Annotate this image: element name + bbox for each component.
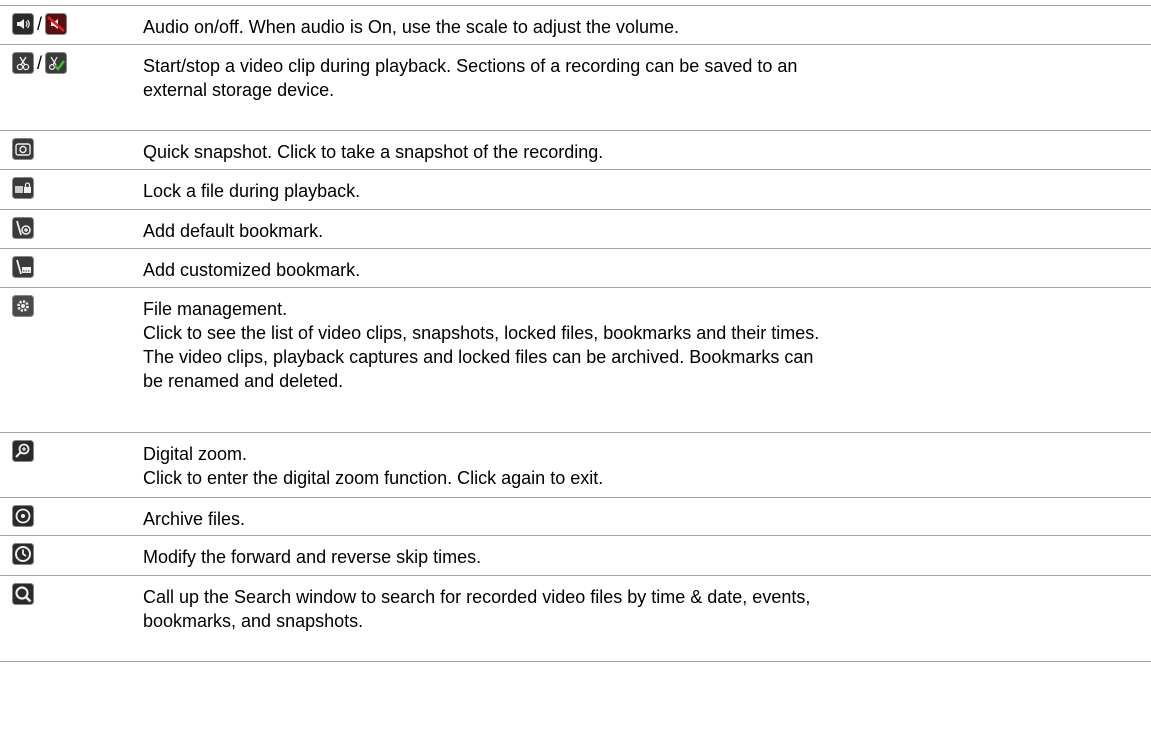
gear-icon: [12, 295, 34, 317]
icon-cell: [12, 505, 34, 527]
speaker-muted-icon: [45, 13, 68, 35]
description-cell: Call up the Search window to search for …: [143, 585, 1143, 633]
scissors-icon: [12, 52, 34, 74]
description-cell: Add default bookmark.: [143, 219, 1143, 243]
search-icon: [12, 583, 34, 605]
icon-cell: [12, 583, 34, 605]
description-line: external storage device.: [143, 80, 335, 100]
icon-cell: [12, 256, 34, 278]
icon-cell: [12, 543, 34, 565]
table-row: Add default bookmark.: [0, 209, 1151, 248]
speaker-icon: [12, 13, 34, 35]
table-row: Lock a file during playback.: [0, 169, 1151, 209]
description-line: Audio on/off. When audio is On, use the …: [143, 17, 679, 37]
description-line: Quick snapshot. Click to take a snapshot…: [143, 142, 604, 162]
bookmark-add-icon: [12, 217, 34, 239]
icon-cell: [12, 177, 34, 199]
scissors-check-icon: [45, 52, 68, 74]
description-line: Digital zoom.: [143, 444, 248, 464]
description-cell: Add customized bookmark.: [143, 258, 1143, 282]
description-line: File management.: [143, 299, 288, 319]
icon-cell: /: [12, 13, 68, 35]
icon-cell: [12, 440, 34, 462]
zoom-icon: [12, 440, 34, 462]
description-cell: Quick snapshot. Click to take a snapshot…: [143, 140, 1143, 164]
icon-cell: [12, 217, 34, 239]
description-line: Archive files.: [143, 509, 246, 529]
description-line: be renamed and deleted.: [143, 371, 344, 391]
description-cell: Start/stop a video clip during playback.…: [143, 54, 1143, 102]
icon-cell: [12, 295, 34, 317]
clock-icon: [12, 543, 34, 565]
description-cell: Lock a file during playback.: [143, 179, 1143, 203]
description-line: Add customized bookmark.: [143, 260, 361, 280]
table-row: Archive files.: [0, 497, 1151, 535]
table-row: Quick snapshot. Click to take a snapshot…: [0, 130, 1151, 169]
description-cell: Audio on/off. When audio is On, use the …: [143, 15, 1143, 39]
description-cell: Modify the forward and reverse skip time…: [143, 545, 1143, 569]
table-row: Modify the forward and reverse skip time…: [0, 535, 1151, 575]
disc-icon: [12, 505, 34, 527]
description-line: Click to enter the digital zoom function…: [143, 468, 604, 488]
table-row: Digital zoom. Click to enter the digital …: [0, 432, 1151, 497]
table-row: Call up the Search window to search for …: [0, 575, 1151, 661]
description-line: The video clips, playback captures and l…: [143, 347, 814, 367]
table-row: Add customized bookmark.: [0, 248, 1151, 287]
description-cell: Digital zoom. Click to enter the digital …: [143, 442, 1143, 490]
description-line: Call up the Search window to search for …: [143, 587, 811, 607]
table-row: File management. Click to see the list of…: [0, 287, 1151, 432]
description-line: Add default bookmark.: [143, 221, 324, 241]
bookmark-custom-icon: [12, 256, 34, 278]
description-line: Click to see the list of video clips, sn…: [143, 323, 820, 343]
description-line: Start/stop a video clip during playback.…: [143, 56, 798, 76]
description-cell: Archive files.: [143, 507, 1143, 531]
icon-cell: /: [12, 52, 68, 74]
table-row: / Start/stop a video clip during playback…: [0, 44, 1151, 130]
table-row: / Audio on/off. When audio is On, use the…: [0, 5, 1151, 44]
lock-file-icon: [12, 177, 34, 199]
description-line: bookmarks, and snapshots.: [143, 611, 364, 631]
table-bottom-border: [0, 661, 1151, 662]
description-line: Lock a file during playback.: [143, 181, 361, 201]
icon-cell: [12, 138, 34, 160]
description-cell: File management. Click to see the list of…: [143, 297, 1143, 393]
description-line: Modify the forward and reverse skip time…: [143, 547, 482, 567]
icon-separator: /: [37, 14, 43, 34]
camera-icon: [12, 138, 34, 160]
icon-separator: /: [37, 53, 43, 73]
